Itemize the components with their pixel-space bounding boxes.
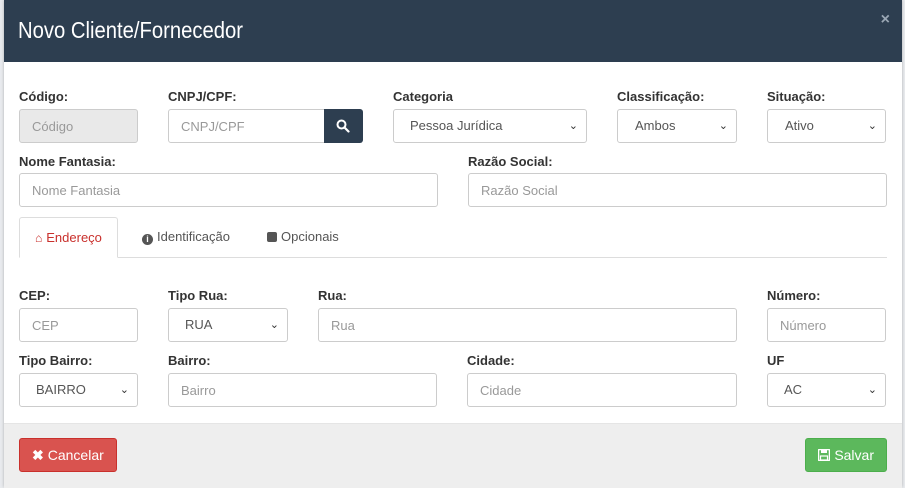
times-icon: ✖ (32, 447, 44, 463)
uf-value: AC (784, 382, 803, 397)
cancel-label: Cancelar (47, 447, 104, 463)
tipo-rua-select[interactable]: RUA ⌄ (168, 308, 288, 342)
search-icon (336, 119, 350, 133)
classificacao-select[interactable]: Ambos ⌄ (617, 109, 737, 143)
tipo-rua-label: Tipo Rua: (168, 288, 228, 303)
save-label: Salvar (834, 447, 874, 463)
situacao-value: Ativo (785, 118, 814, 133)
cnpj-input[interactable] (168, 109, 326, 143)
chevron-down-icon: ⌄ (269, 319, 279, 331)
cancel-button[interactable]: ✖ Cancelar (19, 438, 117, 472)
classificacao-label: Classificação: (617, 89, 705, 104)
cidade-label: Cidade: (467, 353, 515, 368)
tipo-bairro-value: BAIRRO (36, 382, 86, 397)
uf-label: UF (767, 353, 785, 368)
tab-opcionais-label: Opcionais (281, 229, 339, 244)
codigo-label: Código: (19, 89, 69, 104)
cep-label: CEP: (19, 288, 51, 303)
modal-header: Novo Cliente/Fornecedor × (4, 0, 902, 62)
razao-social-input[interactable] (468, 173, 887, 207)
cnpj-label: CNPJ/CPF: (168, 89, 237, 104)
chevron-down-icon: ⌄ (718, 120, 728, 132)
tab-opcionais[interactable]: Opcionais (267, 217, 339, 258)
cidade-input[interactable] (467, 373, 737, 407)
situacao-select[interactable]: Ativo ⌄ (767, 109, 886, 143)
categoria-value: Pessoa Jurídica (410, 118, 503, 133)
info-circle-icon: i (142, 234, 153, 245)
bairro-input[interactable] (168, 373, 437, 407)
razao-social-label: Razão Social: (468, 154, 553, 169)
classificacao-value: Ambos (635, 118, 676, 133)
chevron-down-icon: ⌄ (867, 120, 877, 132)
new-client-modal: Novo Cliente/Fornecedor × Código: CNPJ/C… (4, 0, 902, 488)
modal-footer: ✖ Cancelar Salvar (4, 423, 902, 488)
categoria-select[interactable]: Pessoa Jurídica ⌄ (393, 109, 587, 143)
cep-input[interactable] (19, 308, 138, 342)
floppy-disk-icon (818, 448, 831, 462)
numero-input[interactable] (767, 308, 886, 342)
nome-fantasia-label: Nome Fantasia: (19, 154, 116, 169)
puzzle-piece-icon (267, 232, 277, 242)
save-button[interactable]: Salvar (805, 438, 887, 472)
tab-identificacao-label: Identificação (157, 229, 230, 244)
codigo-input[interactable] (19, 109, 138, 143)
bairro-label: Bairro: (168, 353, 211, 368)
rua-input[interactable] (318, 308, 737, 342)
tab-identificacao[interactable]: i Identificação (142, 217, 230, 258)
numero-label: Número: (767, 288, 821, 303)
cnpj-search-button[interactable] (324, 109, 363, 143)
situacao-label: Situação: (767, 89, 826, 104)
chevron-down-icon: ⌄ (568, 120, 578, 132)
chevron-down-icon: ⌄ (119, 384, 129, 396)
close-icon[interactable]: × (881, 11, 890, 29)
tipo-rua-value: RUA (185, 317, 213, 332)
tab-endereco-label: Endereço (46, 230, 102, 245)
modal-title: Novo Cliente/Fornecedor (18, 17, 244, 43)
tab-endereco[interactable]: ⌂ Endereço (19, 217, 118, 258)
categoria-label: Categoria (393, 89, 453, 104)
chevron-down-icon: ⌄ (867, 384, 877, 396)
uf-select[interactable]: AC ⌄ (767, 373, 886, 407)
tipo-bairro-select[interactable]: BAIRRO ⌄ (19, 373, 138, 407)
home-icon: ⌂ (35, 231, 43, 245)
nome-fantasia-input[interactable] (19, 173, 438, 207)
tipo-bairro-label: Tipo Bairro: (19, 353, 93, 368)
rua-label: Rua: (318, 288, 347, 303)
